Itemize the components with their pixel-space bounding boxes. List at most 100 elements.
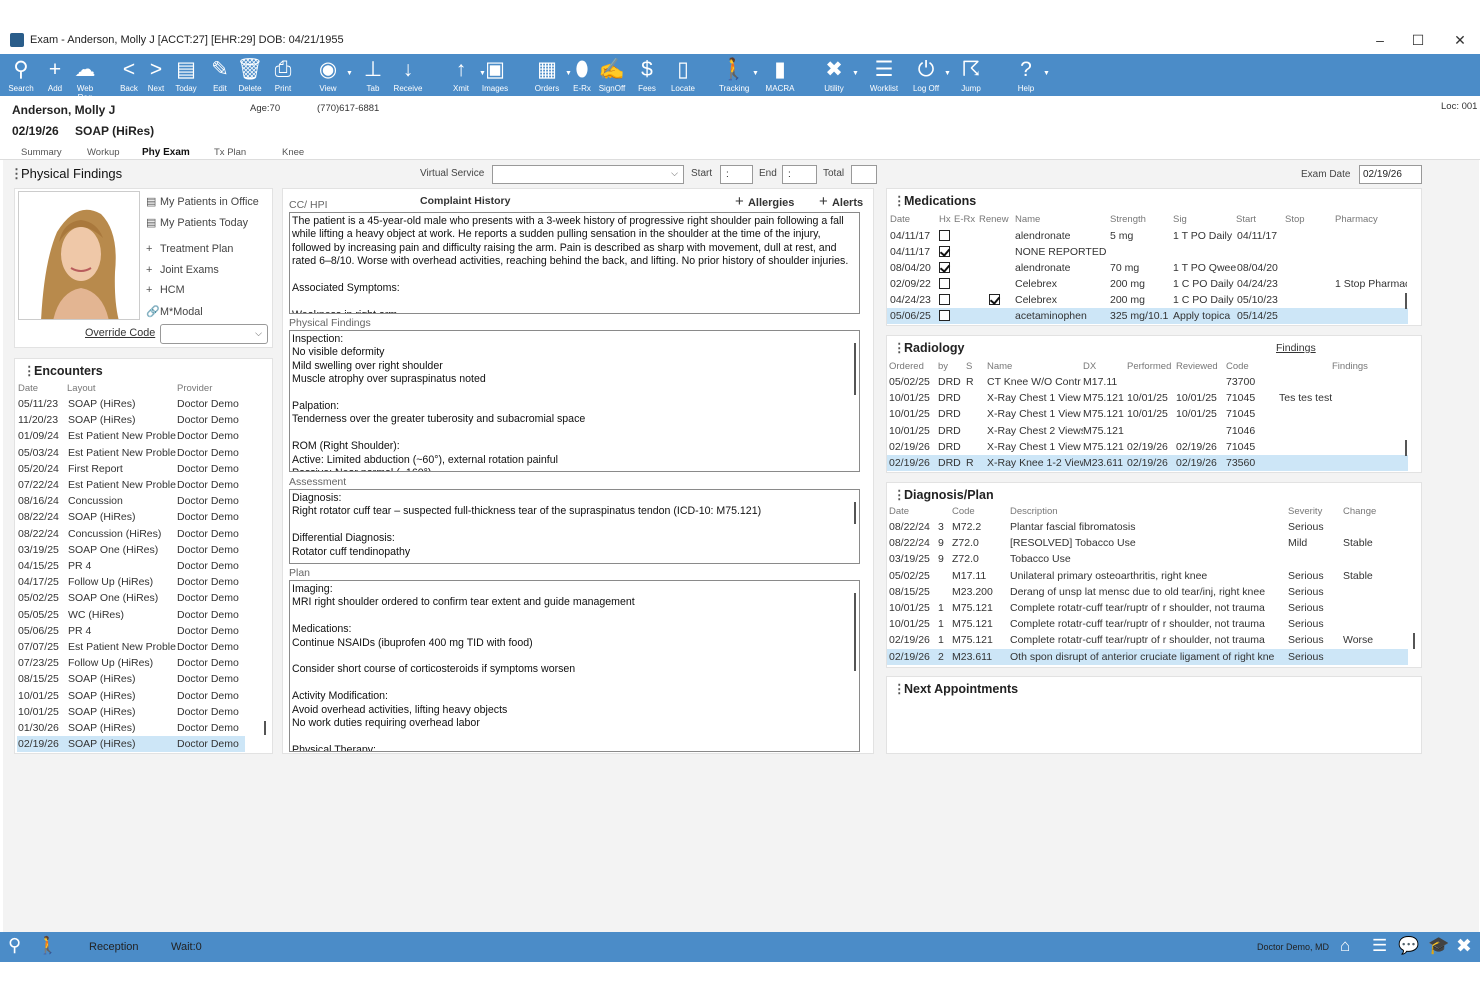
side-link-my-patients-today[interactable]: ▤ My Patients Today — [146, 216, 248, 229]
diagnosis-scrollbar[interactable] — [1413, 633, 1415, 649]
close-button[interactable]: ✕ — [1440, 26, 1480, 54]
chevron-down-icon[interactable]: ▼ — [752, 70, 759, 77]
table-row[interactable]: 02/19/26 SOAP (HiRes) Doctor Demo — [17, 736, 245, 753]
table-row[interactable]: 08/04/20 alendronate 70 mg 1 T PO Qwee 08/04… — [887, 260, 1408, 276]
table-row[interactable]: 05/02/25 SOAP One (HiRes) Doctor Demo — [17, 590, 245, 606]
tab-phy-exam[interactable]: Phy Exam — [142, 147, 190, 158]
hx-checkbox[interactable] — [939, 246, 950, 257]
toolbar-back-button[interactable]: < Back — [114, 56, 144, 96]
renew-checkbox[interactable] — [989, 294, 1000, 305]
toolbar-help-button[interactable]: ? Help — [1011, 56, 1041, 96]
pf-scrollbar[interactable] — [854, 343, 856, 395]
table-row[interactable]: 04/15/25 PR 4 Doctor Demo — [17, 558, 245, 574]
plan-scrollbar[interactable] — [854, 593, 856, 671]
table-row[interactable]: 10/01/25 1 M75.121 Complete rotatr-cuff tea… — [887, 616, 1408, 632]
side-link-m-modal[interactable]: 🔗M*Modal — [146, 305, 203, 318]
toolbar-fees-button[interactable]: $ Fees — [632, 56, 662, 96]
hx-checkbox[interactable] — [939, 294, 950, 305]
table-row[interactable]: 04/11/17 NONE REPORTED — [887, 244, 1408, 260]
side-link-treatment-plan[interactable]: + Treatment Plan — [146, 243, 233, 255]
table-row[interactable]: 05/03/24 Est Patient New Proble Doctor Dem… — [17, 445, 245, 461]
plan-textbox[interactable]: Imaging: MRI right shoulder ordered to co… — [289, 580, 860, 752]
maximize-button[interactable]: ☐ — [1398, 26, 1438, 54]
table-row[interactable]: 10/01/25 DRD X-Ray Chest 2 Views M75.121 710… — [887, 423, 1408, 439]
graduation-cap-icon[interactable]: 🎓 — [1428, 936, 1449, 956]
toolbar-macra-button[interactable]: ▮ MACRA — [765, 56, 795, 96]
table-row[interactable]: 08/16/24 Concussion Doctor Demo — [17, 493, 245, 509]
table-row[interactable]: 04/24/23 Celebrex 200 mg 1 C PO Daily 05/10/… — [887, 292, 1408, 308]
table-row[interactable]: 10/01/25 SOAP (HiRes) Doctor Demo — [17, 704, 245, 720]
virtual-service-select[interactable]: ⌵ — [492, 165, 684, 184]
toolbar-signoff-button[interactable]: ✍ SignOff — [597, 56, 627, 96]
toolbar-search-button[interactable]: ⚲ Search — [6, 56, 36, 96]
toolbar-worklist-button[interactable]: ☰ Worklist — [869, 56, 899, 96]
table-row[interactable]: 05/11/23 SOAP (HiRes) Doctor Demo — [17, 396, 245, 412]
medications-scrollbar[interactable] — [1405, 293, 1407, 309]
side-link-my-patients-in-office[interactable]: ▤ My Patients in Office — [146, 195, 259, 208]
table-row[interactable]: 01/30/26 SOAP (HiRes) Doctor Demo — [17, 720, 245, 736]
toolbar-xmit-button[interactable]: ↑ Xmit — [446, 56, 476, 96]
toolbar-today-button[interactable]: ▤ Today — [171, 56, 201, 96]
minimize-button[interactable]: – — [1360, 26, 1400, 54]
toolbar-e-rx-button[interactable]: ⬮ E-Rx — [567, 56, 597, 96]
table-row[interactable]: 07/23/25 Follow Up (HiRes) Doctor Demo — [17, 655, 245, 671]
override-code-link[interactable]: Override Code — [85, 327, 155, 339]
hx-checkbox[interactable] — [939, 278, 950, 289]
table-row[interactable]: 08/22/24 Concussion (HiRes) Doctor Demo — [17, 526, 245, 542]
table-row[interactable]: 07/07/25 Est Patient New Proble Doctor Dem… — [17, 639, 245, 655]
toolbar-receive-button[interactable]: ↓ Receive — [393, 56, 423, 96]
hpi-textbox[interactable]: The patient is a 45-year-old male who pr… — [289, 212, 860, 314]
hx-checkbox[interactable] — [939, 310, 950, 321]
toolbar-delete-button[interactable]: 🗑 Delete — [235, 56, 265, 96]
start-time-field[interactable]: : — [720, 165, 753, 184]
reception-status[interactable]: Reception — [89, 941, 139, 953]
tools-icon[interactable]: ✖ — [1456, 935, 1472, 958]
side-link-hcm[interactable]: + HCM — [146, 284, 185, 296]
table-row[interactable]: 02/19/26 1 M75.121 Complete rotatr-cuff tea… — [887, 632, 1408, 648]
toolbar-web-reg-button[interactable]: ☁ Web Reg — [70, 56, 100, 102]
toolbar-edit-button[interactable]: ✎ Edit — [205, 56, 235, 96]
toolbar-tracking-button[interactable]: 🚶 Tracking — [719, 56, 749, 96]
physical-findings-textbox[interactable]: Inspection: No visible deformity Mild swel… — [289, 330, 860, 472]
override-code-select[interactable]: ⌵ — [160, 324, 268, 344]
table-row[interactable]: 05/02/25 M17.11 Unilateral primary osteoar… — [887, 568, 1408, 584]
table-row[interactable]: 07/22/24 Est Patient New Proble Doctor Dem… — [17, 477, 245, 493]
radiology-scrollbar[interactable] — [1405, 440, 1407, 456]
chevron-down-icon[interactable]: ▼ — [852, 70, 859, 77]
table-row[interactable]: 01/09/24 Est Patient New Proble Doctor Dem… — [17, 428, 245, 444]
findings-link[interactable]: Findings — [1276, 342, 1316, 354]
search-icon[interactable]: ⚲ — [8, 935, 21, 956]
table-row[interactable]: 10/01/25 1 M75.121 Complete rotatr-cuff tea… — [887, 600, 1408, 616]
add-alerts-button[interactable]: + Alerts — [819, 193, 863, 210]
table-row[interactable]: 10/01/25 DRD X-Ray Chest 1 View M75.121 10/0… — [887, 390, 1408, 406]
toolbar-orders-button[interactable]: ▦ Orders — [532, 56, 562, 96]
table-row[interactable]: 08/15/25 M23.200 Derang of unsp lat mensc … — [887, 584, 1408, 600]
table-row[interactable]: 04/17/25 Follow Up (HiRes) Doctor Demo — [17, 574, 245, 590]
toolbar-locate-button[interactable]: ▯ Locate — [668, 56, 698, 96]
hx-checkbox[interactable] — [939, 262, 950, 273]
table-row[interactable]: 02/19/26 DRD X-Ray Chest 1 View M75.121 02/1… — [887, 439, 1408, 455]
add-allergies-button[interactable]: + Allergies — [735, 193, 794, 210]
table-row[interactable]: 03/19/25 9 Z72.0 Tobacco Use — [887, 551, 1408, 567]
toolbar-add-button[interactable]: + Add — [40, 56, 70, 96]
table-row[interactable]: 05/05/25 WC (HiRes) Doctor Demo — [17, 607, 245, 623]
exam-date-field[interactable]: 02/19/26 — [1359, 165, 1422, 184]
encounters-scrollbar[interactable] — [264, 721, 266, 735]
toolbar-utility-button[interactable]: ✖ Utility — [819, 56, 849, 96]
toolbar-tab-button[interactable]: ⊥ Tab — [358, 56, 388, 96]
total-field[interactable] — [851, 165, 877, 184]
table-row[interactable]: 08/22/24 SOAP (HiRes) Doctor Demo — [17, 509, 245, 525]
table-row[interactable]: 05/20/24 First Report Doctor Demo — [17, 461, 245, 477]
table-row[interactable]: 11/20/23 SOAP (HiRes) Doctor Demo — [17, 412, 245, 428]
assessment-scrollbar[interactable] — [854, 502, 856, 524]
tab-summary[interactable]: Summary — [21, 147, 62, 158]
chevron-down-icon[interactable]: ▼ — [1043, 70, 1050, 77]
hx-checkbox[interactable] — [939, 230, 950, 241]
end-time-field[interactable]: : — [782, 165, 817, 184]
message-icon[interactable]: 💬 — [1398, 936, 1419, 956]
table-row[interactable]: 02/19/26 2 M23.611 Oth spon disrupt of ante… — [887, 648, 1408, 665]
chevron-down-icon[interactable]: ▼ — [346, 70, 353, 77]
toolbar-print-button[interactable]: ⎙ Print — [268, 56, 298, 96]
tab-tx-plan[interactable]: Tx Plan — [214, 147, 246, 158]
walking-person-icon[interactable]: 🚶 — [37, 936, 58, 956]
